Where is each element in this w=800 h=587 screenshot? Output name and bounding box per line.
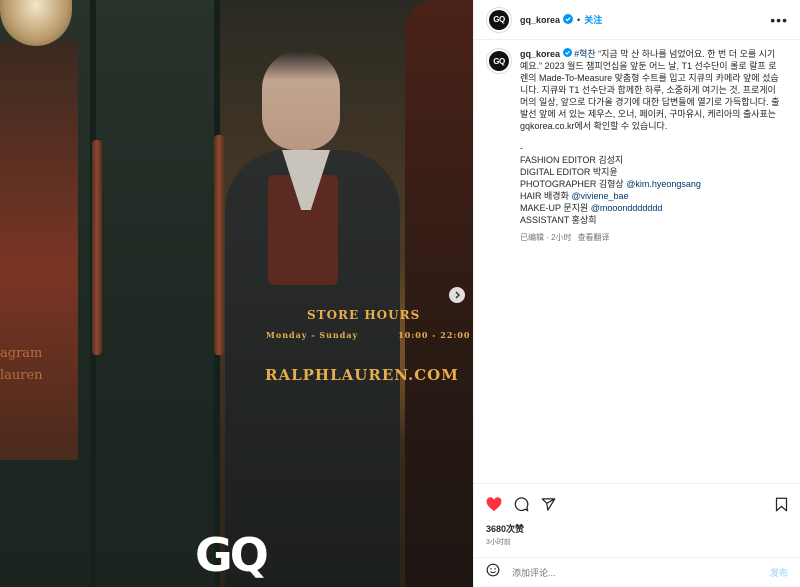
- sign-store-hours: STORE HOURS: [307, 308, 421, 322]
- caption-text: gq_korea #혁찬 “지금 막 산 하나를 넘었어요. 한 번 더 오를 …: [520, 48, 782, 244]
- comment-icon[interactable]: [514, 496, 529, 512]
- credit-role: MAKE-UP 문지원: [520, 203, 591, 213]
- like-count[interactable]: 3680次赞: [486, 522, 788, 535]
- credit-line: DIGITAL EDITOR 박지윤: [520, 166, 782, 178]
- post-side-panel: GQ gq_korea • 关注 ••• GQ gq_korea #혁찬 “지금…: [473, 0, 800, 587]
- sign-days-text: Monday - Sunday: [266, 330, 359, 340]
- door-frame: [90, 0, 220, 587]
- credit-handle-link[interactable]: @kim.hyeongsang: [626, 179, 701, 189]
- separator-dot: •: [577, 14, 581, 25]
- credit-role: PHOTOGRAPHER 김형상: [520, 179, 627, 189]
- gq-logo: GQ: [195, 528, 269, 582]
- heart-icon[interactable]: [486, 496, 502, 512]
- wall-text-line1: agram: [0, 346, 43, 361]
- share-icon[interactable]: [541, 497, 556, 512]
- post-comment-button[interactable]: 发布: [770, 566, 788, 579]
- edited-timestamp: 已编辑 · 2小时: [520, 233, 572, 242]
- credits-list: - FASHION EDITOR 김성지 DIGITAL EDITOR 박지윤 …: [520, 142, 782, 226]
- emoji-icon[interactable]: [486, 563, 500, 582]
- shop-window: [0, 40, 78, 460]
- bookmark-icon[interactable]: [775, 497, 788, 512]
- comment-input[interactable]: [510, 566, 770, 579]
- credit-line: PHOTOGRAPHER 김형상 @kim.hyeongsang: [520, 178, 782, 190]
- credit-handle-link[interactable]: @mooonddddddd: [591, 203, 663, 213]
- wall-text-line2: lauren: [0, 368, 43, 383]
- person-head: [262, 50, 340, 150]
- caption-avatar-logo: GQ: [489, 51, 509, 71]
- credit-role: HAIR 배경화: [520, 191, 572, 201]
- credit-role: FASHION EDITOR 김성지: [520, 155, 624, 165]
- action-icons: [486, 490, 788, 518]
- credit-line: FASHION EDITOR 김성지: [520, 154, 782, 166]
- caption-avatar[interactable]: GQ: [486, 48, 512, 74]
- post-header: GQ gq_korea • 关注 •••: [474, 0, 800, 40]
- hashtag-link[interactable]: #혁찬: [574, 49, 596, 59]
- credit-handle-link[interactable]: @viviene_bae: [571, 191, 628, 201]
- more-options-icon[interactable]: •••: [770, 12, 788, 28]
- username-link[interactable]: gq_korea: [520, 15, 560, 25]
- sign-website: RALPHLAUREN.COM: [265, 366, 459, 384]
- credits-dash: -: [520, 143, 523, 153]
- caption-verified-icon: [562, 48, 575, 59]
- sign-time-text: 10:00 - 22:00: [398, 330, 471, 340]
- credit-line: MAKE-UP 문지원 @mooonddddddd: [520, 202, 782, 214]
- credit-line: ASSISTANT 홍상희: [520, 214, 782, 226]
- action-bar: 3680次赞 3小时前: [474, 483, 800, 547]
- caption-username[interactable]: gq_korea: [520, 49, 560, 59]
- verified-badge-icon: [563, 11, 574, 29]
- post-image[interactable]: agram lauren STORE HOURS Monday - Sunday…: [0, 0, 473, 587]
- next-image-button[interactable]: [449, 287, 465, 303]
- chevron-right-icon: [455, 291, 460, 299]
- avatar-logo: GQ: [489, 9, 509, 30]
- avatar[interactable]: GQ: [486, 6, 512, 33]
- sign-days: Monday - Sunday 10:00 - 22:00: [266, 330, 471, 340]
- post-time: 3小时前: [486, 539, 511, 546]
- see-translation-link[interactable]: 查看翻译: [578, 232, 610, 244]
- caption-row: GQ gq_korea #혁찬 “지금 막 산 하나를 넘었어요. 한 번 더 …: [486, 48, 788, 244]
- caption-body-text: “지금 막 산 하나를 넘었어요. 한 번 더 오를 시기예요.” 2023 월…: [520, 49, 780, 131]
- credit-role: DIGITAL EDITOR 박지윤: [520, 167, 618, 177]
- door-handle-left: [92, 140, 102, 355]
- door-handle-right: [214, 135, 224, 355]
- caption-meta: 已编辑 · 2小时 查看翻译: [520, 232, 782, 244]
- credit-role: ASSISTANT 홍상희: [520, 215, 597, 225]
- credit-line: HAIR 배경화 @viviene_bae: [520, 190, 782, 202]
- follow-button[interactable]: 关注: [584, 13, 602, 26]
- caption-area: GQ gq_korea #혁찬 “지금 막 산 하나를 넘었어요. 한 번 더 …: [474, 40, 800, 483]
- add-comment-bar: 发布: [474, 557, 800, 587]
- instagram-post: agram lauren STORE HOURS Monday - Sunday…: [0, 0, 800, 587]
